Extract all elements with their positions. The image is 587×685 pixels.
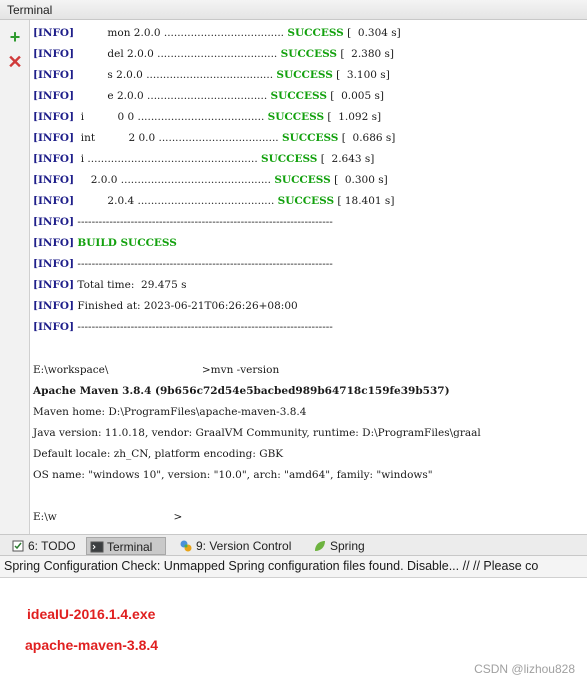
build-module-line: [INFO] mon 2.0.0 .......................… [33,27,401,39]
maven-home-line: Maven home: D:\ProgramFiles\apache-maven… [33,406,307,418]
total-time-line: [INFO] Total time: 29.475 s [33,279,187,291]
tab-todo[interactable]: 6: TODO [8,537,82,555]
terminal-title-bar: Terminal [0,0,587,20]
prompt-line: E:\w > [33,511,183,523]
build-success-line: [INFO] BUILD SUCCESS [33,237,177,249]
tool-window-tabs: 6: TODO Terminal 9: Version Control Spri… [0,534,587,556]
version-control-icon [180,540,192,552]
os-name-line: OS name: "windows 10", version: "10.0", … [33,469,433,481]
plus-icon[interactable]: + [6,28,24,46]
build-module-line: [INFO] i ...............................… [33,153,375,165]
java-version-line: Java version: 11.0.18, vendor: GraalVM C… [33,427,481,439]
build-module-line: [INFO] 2.0.0 ...........................… [33,174,388,186]
status-bar[interactable]: Spring Configuration Check: Unmapped Spr… [0,556,587,578]
annotation-idea-installer: ideaIU-2016.1.4.exe [27,606,156,622]
spring-leaf-icon [315,541,325,551]
command-line: E:\workspace\ >mvn -version [33,364,280,376]
build-module-line: [INFO] i 0 0 ...........................… [33,111,382,123]
terminal-output[interactable]: [INFO] mon 2.0.0 .......................… [30,20,587,534]
separator-line: [INFO] ---------------------------------… [33,321,333,333]
terminal-icon [90,541,104,553]
status-message: Spring Configuration Check: Unmapped Spr… [4,559,539,573]
default-locale-line: Default locale: zh_CN, platform encoding… [33,448,284,460]
terminal-tool-strip: + ✕ [0,20,30,534]
separator-line: [INFO] ---------------------------------… [33,258,333,270]
close-icon[interactable]: ✕ [6,53,24,71]
tab-terminal[interactable]: Terminal [86,537,166,555]
build-module-line: [INFO] 2.0.4 ...........................… [33,195,395,207]
finished-at-line: [INFO] Finished at: 2023-06-21T06:26:26+… [33,300,298,312]
annotation-maven-version: apache-maven-3.8.4 [25,637,159,653]
todo-icon [12,540,24,552]
watermark: CSDN @lizhou828 [474,662,575,676]
window-title: Terminal [7,3,53,17]
build-module-line: [INFO] e 2.0.0 .........................… [33,90,384,102]
build-module-line: [INFO] s 2.0.0 .........................… [33,69,390,81]
tab-version-control[interactable]: 9: Version Control [176,537,302,555]
tab-spring[interactable]: Spring [310,537,372,555]
separator-line: [INFO] ---------------------------------… [33,216,333,228]
build-module-line: [INFO] del 2.0.0 .......................… [33,48,395,60]
maven-version-line: Apache Maven 3.8.4 (9b656c72d54e5bacbed9… [33,385,450,397]
build-module-line: [INFO] int 2 0.0 .......................… [33,132,396,144]
